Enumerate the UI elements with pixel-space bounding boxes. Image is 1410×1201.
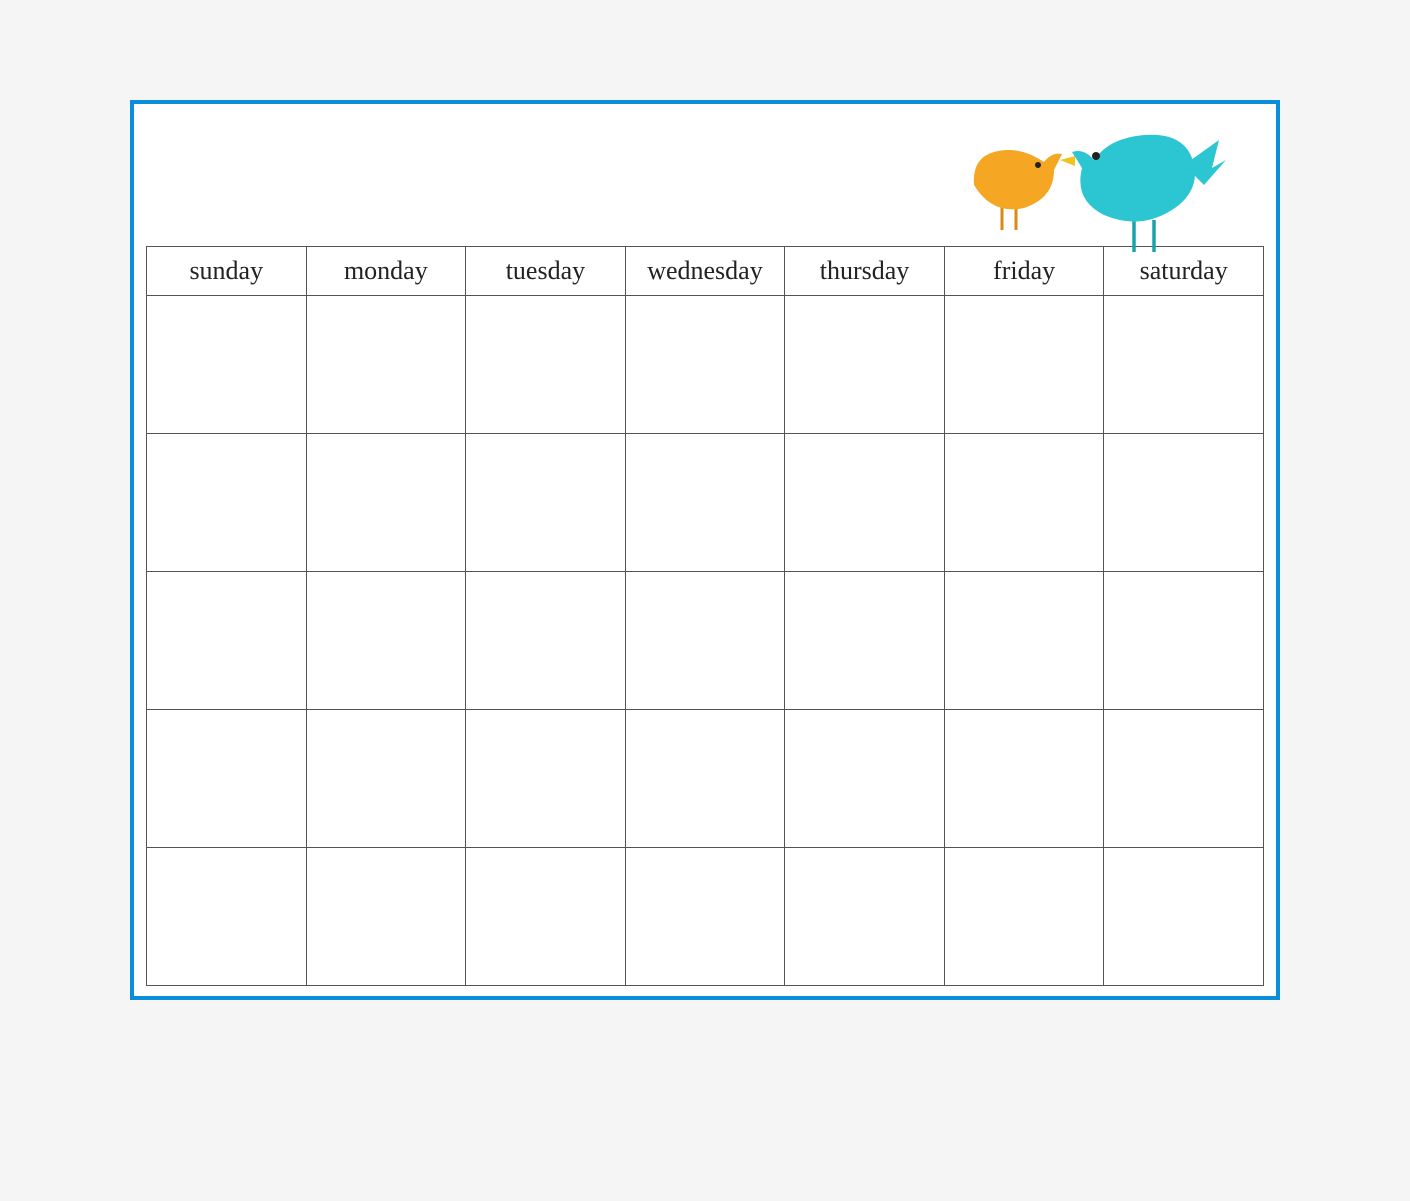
- calendar-cell: [625, 710, 785, 848]
- calendar-cell: [785, 710, 945, 848]
- calendar-cell: [466, 296, 626, 434]
- calendar-week-row: [147, 572, 1264, 710]
- day-header-thursday: thursday: [785, 247, 945, 296]
- calendar-cell: [306, 710, 466, 848]
- calendar-cell: [147, 848, 307, 986]
- calendar-cell: [785, 848, 945, 986]
- calendar-cell: [466, 710, 626, 848]
- calendar-body: [147, 296, 1264, 986]
- calendar-cell: [147, 572, 307, 710]
- birds-decoration: [944, 110, 1244, 260]
- birds-svg: [944, 110, 1244, 260]
- day-header-sunday: sunday: [147, 247, 307, 296]
- teal-bird-icon: [1060, 135, 1226, 252]
- calendar-cell: [944, 296, 1104, 434]
- calendar-cell: [785, 296, 945, 434]
- calendar-cell: [466, 572, 626, 710]
- calendar-cell: [625, 848, 785, 986]
- day-header-tuesday: tuesday: [466, 247, 626, 296]
- calendar-cell: [147, 434, 307, 572]
- calendar-cell: [785, 572, 945, 710]
- orange-bird-icon: [974, 150, 1062, 230]
- calendar-cell: [306, 296, 466, 434]
- calendar-cell: [625, 434, 785, 572]
- calendar-cell: [147, 296, 307, 434]
- calendar-cell: [466, 434, 626, 572]
- calendar-cell: [944, 434, 1104, 572]
- calendar-cell: [306, 434, 466, 572]
- day-header-wednesday: wednesday: [625, 247, 785, 296]
- calendar-cell: [1104, 434, 1264, 572]
- calendar-cell: [1104, 848, 1264, 986]
- calendar-cell: [1104, 296, 1264, 434]
- calendar-week-row: [147, 710, 1264, 848]
- calendar-cell: [147, 710, 307, 848]
- calendar-week-row: [147, 296, 1264, 434]
- calendar-header: [146, 116, 1264, 246]
- calendar-cell: [306, 572, 466, 710]
- calendar-week-row: [147, 434, 1264, 572]
- calendar-frame: sunday monday tuesday wednesday thursday…: [130, 100, 1280, 1000]
- calendar-cell: [1104, 710, 1264, 848]
- calendar-cell: [944, 848, 1104, 986]
- calendar-week-row: [147, 848, 1264, 986]
- calendar-cell: [625, 572, 785, 710]
- calendar-cell: [306, 848, 466, 986]
- calendar-cell: [944, 572, 1104, 710]
- calendar-cell: [625, 296, 785, 434]
- calendar-cell: [1104, 572, 1264, 710]
- calendar-cell: [466, 848, 626, 986]
- calendar-grid: sunday monday tuesday wednesday thursday…: [146, 246, 1264, 986]
- calendar-cell: [785, 434, 945, 572]
- day-header-monday: monday: [306, 247, 466, 296]
- calendar-cell: [944, 710, 1104, 848]
